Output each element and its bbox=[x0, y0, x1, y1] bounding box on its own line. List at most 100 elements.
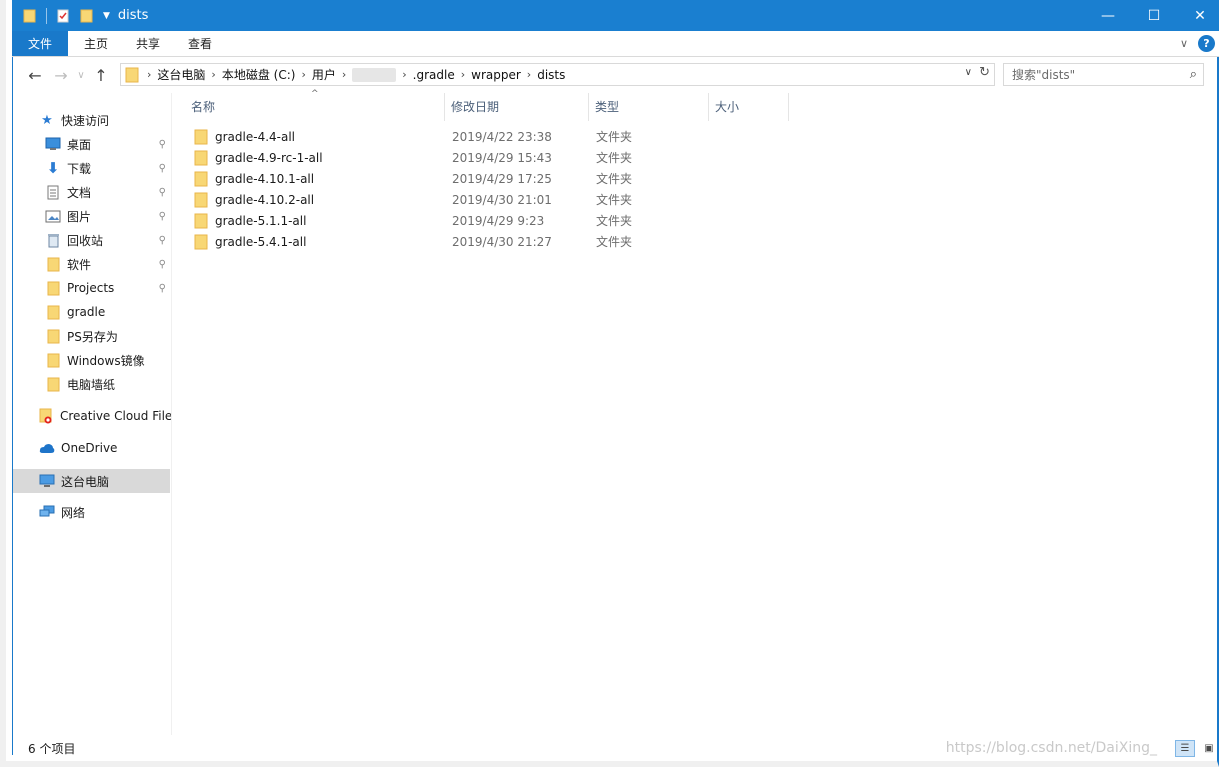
pin-icon[interactable]: ⚲ bbox=[159, 283, 166, 294]
breadcrumb-local-disk[interactable]: 本地磁盘 (C:) bbox=[222, 66, 296, 83]
column-label: 修改日期 bbox=[451, 99, 500, 114]
nav-projects[interactable]: Projects ⚲ bbox=[13, 277, 170, 299]
file-name: gradle-5.1.1-all bbox=[215, 213, 307, 228]
pin-icon[interactable]: ⚲ bbox=[159, 139, 166, 150]
pin-icon[interactable]: ⚲ bbox=[159, 187, 166, 198]
pin-icon[interactable]: ⚲ bbox=[159, 235, 166, 246]
ribbon-tabs: 文件 主页 共享 查看 ∨ ? bbox=[12, 31, 1219, 57]
breadcrumb-this-pc[interactable]: 这台电脑 bbox=[157, 66, 205, 83]
file-list[interactable]: ^ 名称 修改日期 类型 大小 gradle-4.4-all 2019/4/22… bbox=[173, 89, 1219, 735]
nav-quick-access[interactable]: ★ 快速访问 bbox=[13, 109, 170, 131]
column-header-name[interactable]: 名称 bbox=[185, 93, 445, 121]
nav-this-pc[interactable]: 这台电脑 bbox=[13, 469, 170, 493]
tab-home[interactable]: 主页 bbox=[70, 31, 122, 56]
refresh-icon[interactable]: ↻ bbox=[979, 65, 990, 80]
nav-pictures[interactable]: 图片 ⚲ bbox=[13, 205, 170, 227]
help-icon[interactable]: ? bbox=[1198, 35, 1215, 52]
folder-icon bbox=[45, 280, 61, 296]
column-resize-handle[interactable] bbox=[788, 93, 789, 121]
breadcrumb-users[interactable]: 用户 bbox=[312, 66, 336, 83]
column-label: 大小 bbox=[715, 99, 740, 114]
breadcrumb-separator-icon[interactable]: › bbox=[211, 68, 215, 81]
recent-locations-chevron-icon[interactable]: ∨ bbox=[74, 62, 88, 88]
breadcrumb-username-redacted[interactable] bbox=[352, 67, 397, 82]
nav-documents[interactable]: 文档 ⚲ bbox=[13, 181, 170, 203]
file-modified: 2019/4/30 21:27 bbox=[452, 234, 552, 249]
folder-icon bbox=[45, 256, 61, 272]
search-box[interactable]: 搜索"dists" ⌕ bbox=[1003, 63, 1204, 86]
column-header-size[interactable]: 大小 bbox=[709, 93, 789, 121]
large-icons-view-icon[interactable]: ▣ bbox=[1199, 740, 1219, 757]
customize-toolbar-dropdown-icon[interactable]: ▼ bbox=[103, 11, 110, 21]
nav-windows-images[interactable]: Windows镜像 bbox=[13, 349, 170, 371]
folder-icon bbox=[193, 129, 209, 145]
nav-desktop[interactable]: 桌面 ⚲ bbox=[13, 133, 170, 155]
breadcrumb-separator-icon[interactable]: › bbox=[342, 68, 346, 81]
column-header-modified[interactable]: 修改日期 bbox=[445, 93, 589, 121]
new-folder-icon[interactable] bbox=[79, 8, 95, 24]
file-type: 文件夹 bbox=[596, 214, 633, 228]
pin-icon[interactable]: ⚲ bbox=[159, 211, 166, 222]
folder-icon bbox=[193, 213, 209, 229]
breadcrumb-separator-icon[interactable]: › bbox=[402, 68, 406, 81]
close-button[interactable]: ✕ bbox=[1177, 0, 1219, 31]
nav-label: gradle bbox=[67, 305, 106, 319]
folder-icon bbox=[193, 192, 209, 208]
expand-ribbon-chevron-icon[interactable]: ∨ bbox=[1180, 37, 1188, 50]
tab-view[interactable]: 查看 bbox=[174, 31, 226, 56]
folder-icon bbox=[193, 234, 209, 250]
ribbon-right-controls: ∨ ? bbox=[1180, 35, 1215, 52]
computer-icon bbox=[39, 473, 55, 489]
pin-icon[interactable]: ⚲ bbox=[159, 259, 166, 270]
nav-network[interactable]: 网络 bbox=[13, 501, 170, 523]
nav-label: 这台电脑 bbox=[61, 474, 110, 489]
pin-icon[interactable]: ⚲ bbox=[159, 163, 166, 174]
nav-ps-save-as[interactable]: PS另存为 bbox=[13, 325, 170, 347]
breadcrumb-separator-icon[interactable]: › bbox=[527, 68, 531, 81]
breadcrumb-separator-icon[interactable]: › bbox=[147, 68, 151, 81]
breadcrumb-gradle[interactable]: .gradle bbox=[413, 68, 455, 82]
details-view-icon[interactable]: ☰ bbox=[1175, 740, 1195, 757]
address-bar[interactable]: › 这台电脑 › 本地磁盘 (C:) › 用户 › › .gradle › wr… bbox=[120, 63, 995, 86]
maximize-button[interactable]: ☐ bbox=[1131, 0, 1177, 31]
column-header-type[interactable]: 类型 bbox=[589, 93, 709, 121]
nav-wallpapers[interactable]: 电脑墙纸 bbox=[13, 373, 170, 395]
nav-software[interactable]: 软件 ⚲ bbox=[13, 253, 170, 275]
back-arrow-icon[interactable]: ← bbox=[22, 62, 48, 88]
breadcrumb-separator-icon[interactable]: › bbox=[461, 68, 465, 81]
nav-gradle[interactable]: gradle bbox=[13, 301, 170, 323]
pane-divider[interactable] bbox=[171, 93, 172, 735]
search-icon[interactable]: ⌕ bbox=[1190, 67, 1197, 82]
title-bar[interactable]: ▼ dists — ☐ ✕ bbox=[12, 0, 1219, 31]
nav-recycle-bin[interactable]: 回收站 ⚲ bbox=[13, 229, 170, 251]
tab-file[interactable]: 文件 bbox=[12, 31, 69, 56]
breadcrumb-wrapper[interactable]: wrapper bbox=[471, 68, 521, 82]
properties-icon[interactable] bbox=[55, 8, 71, 24]
nav-onedrive[interactable]: OneDrive bbox=[13, 437, 170, 459]
breadcrumb-dists[interactable]: dists bbox=[537, 68, 565, 82]
minimize-button[interactable]: — bbox=[1085, 0, 1131, 31]
navigation-pane[interactable]: ★ 快速访问 桌面 ⚲ ⬇ 下载 ⚲ 文档 ⚲ 图片 ⚲ 回收站 ⚲ 软件 ⚲ … bbox=[13, 93, 172, 735]
table-row[interactable]: gradle-4.10.2-all 2019/4/30 21:01 文件夹 bbox=[187, 189, 647, 210]
tab-share[interactable]: 共享 bbox=[122, 31, 174, 56]
breadcrumb-separator-icon[interactable]: › bbox=[301, 68, 305, 81]
up-arrow-icon[interactable]: ↑ bbox=[88, 62, 114, 88]
table-row[interactable]: gradle-4.10.1-all 2019/4/29 17:25 文件夹 bbox=[187, 168, 647, 189]
forward-arrow-icon[interactable]: → bbox=[48, 62, 74, 88]
nav-creative-cloud-files[interactable]: Creative Cloud Files bbox=[13, 405, 172, 427]
table-row[interactable]: gradle-5.4.1-all 2019/4/30 21:27 文件夹 bbox=[187, 231, 647, 252]
desktop-icon bbox=[45, 136, 61, 152]
address-history-dropdown-icon[interactable]: ∨ bbox=[965, 67, 972, 78]
network-icon bbox=[39, 504, 55, 520]
nav-label: 下载 bbox=[67, 161, 92, 176]
nav-downloads[interactable]: ⬇ 下载 ⚲ bbox=[13, 157, 170, 179]
table-row[interactable]: gradle-4.4-all 2019/4/22 23:38 文件夹 bbox=[187, 126, 647, 147]
picture-icon bbox=[45, 208, 61, 224]
file-name: gradle-4.4-all bbox=[215, 129, 296, 144]
table-row[interactable]: gradle-4.9-rc-1-all 2019/4/29 15:43 文件夹 bbox=[187, 147, 647, 168]
file-type: 文件夹 bbox=[596, 172, 633, 186]
column-label: 类型 bbox=[595, 99, 620, 114]
table-row[interactable]: gradle-5.1.1-all 2019/4/29 9:23 文件夹 bbox=[187, 210, 647, 231]
view-switcher: ☰ ▣ bbox=[1171, 740, 1219, 757]
nav-label: 快速访问 bbox=[61, 113, 110, 128]
